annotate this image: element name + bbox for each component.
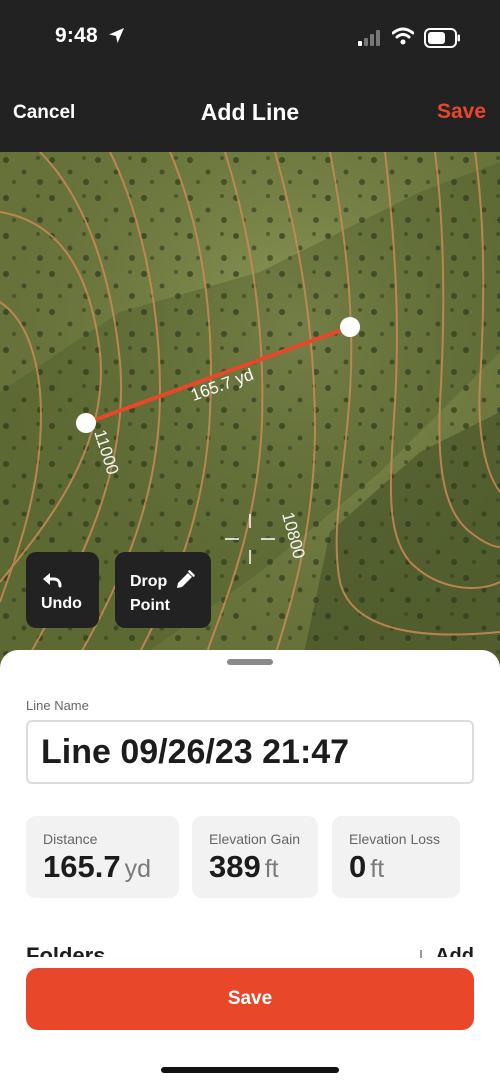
pencil-icon: [175, 570, 195, 595]
elevation-gain-stat: Elevation Gain 389 ft: [192, 816, 318, 898]
add-folder-button[interactable]: Add: [435, 943, 474, 957]
folders-divider: [420, 950, 422, 958]
bottom-sheet: Line Name Distance 165.7yd Elevation Gai…: [0, 650, 500, 1084]
nav-bar: Cancel Add Line Save: [0, 78, 500, 152]
add-line-screen: 9:48 Cancel Add Line Save 165.7 yd 11000…: [0, 0, 500, 1084]
stat-number: 389: [209, 849, 261, 884]
distance-stat: Distance 165.7 yd: [26, 816, 179, 898]
stat-unit: ft: [264, 855, 279, 883]
line-name-input[interactable]: [26, 720, 474, 784]
stat-label: Distance: [43, 831, 98, 847]
nav-save-button[interactable]: Save: [437, 100, 486, 124]
elevation-loss-stat: Elevation Loss 0 ft: [332, 816, 460, 898]
folders-heading: Folders: [26, 943, 106, 957]
status-bar: 9:48: [0, 0, 500, 78]
page-title: Add Line: [200, 99, 300, 125]
sheet-grabber[interactable]: [227, 659, 273, 665]
stat-value: 165.7 yd: [43, 849, 151, 885]
stat-label: Elevation Loss: [349, 831, 441, 847]
line-start-point[interactable]: [76, 413, 96, 433]
line-end-point[interactable]: [340, 317, 360, 337]
undo-icon: [42, 572, 62, 593]
drop-point-button[interactable]: Drop Point: [115, 552, 211, 628]
line-name-label: Line Name: [26, 698, 89, 713]
undo-button[interactable]: Undo: [26, 552, 99, 628]
undo-label: Undo: [41, 595, 82, 612]
wifi-icon: [391, 27, 415, 50]
stat-value: 0 ft: [349, 849, 384, 885]
location-arrow-icon: [108, 27, 125, 49]
stat-unit: yd: [124, 855, 151, 883]
save-button[interactable]: Save: [26, 968, 474, 1030]
stat-number: 0: [349, 849, 367, 884]
stat-value: 389 ft: [209, 849, 279, 885]
signal-icon: [358, 30, 384, 46]
home-indicator: [161, 1067, 339, 1073]
status-time: 9:48: [55, 24, 98, 47]
stat-unit: ft: [370, 855, 385, 883]
stat-number: 165.7: [43, 849, 121, 884]
stat-label: Elevation Gain: [209, 831, 301, 847]
battery-icon: [424, 28, 461, 53]
